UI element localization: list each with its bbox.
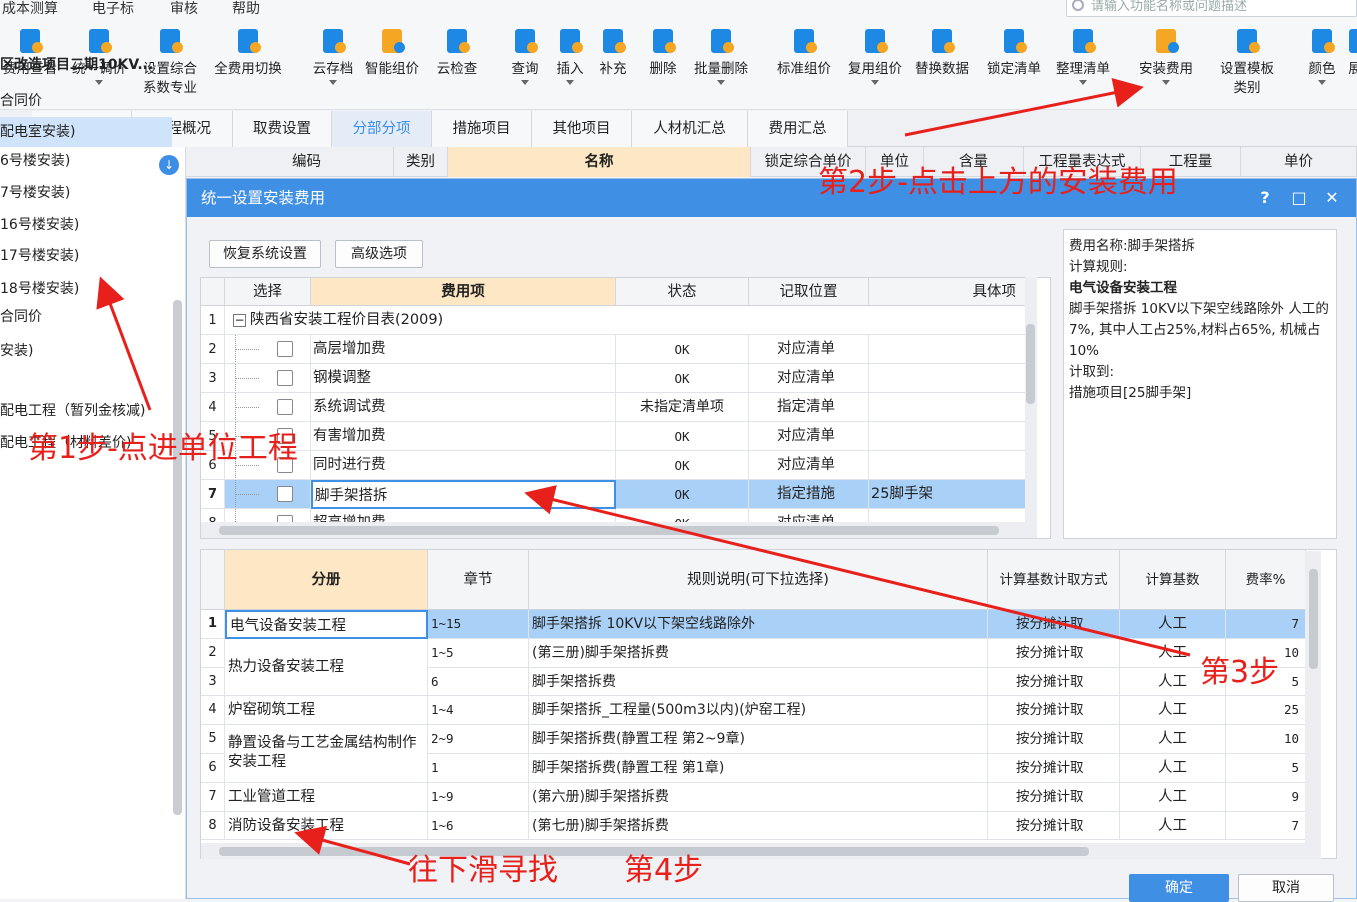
annotation-step2: 第2步-点击上方的安装费用	[818, 165, 1178, 200]
annotation-step4: 第4步	[624, 853, 704, 888]
step3-arrow	[524, 485, 1191, 657]
annotation-step3: 第3步	[1200, 655, 1280, 690]
annotation-step1: 第1步-点进单位工程	[28, 431, 298, 466]
step4-arrow	[294, 825, 411, 866]
step2-arrow	[904, 78, 1144, 137]
annotation-step4-scroll: 往下滑寻找	[408, 853, 558, 888]
step1-arrow	[96, 276, 152, 411]
